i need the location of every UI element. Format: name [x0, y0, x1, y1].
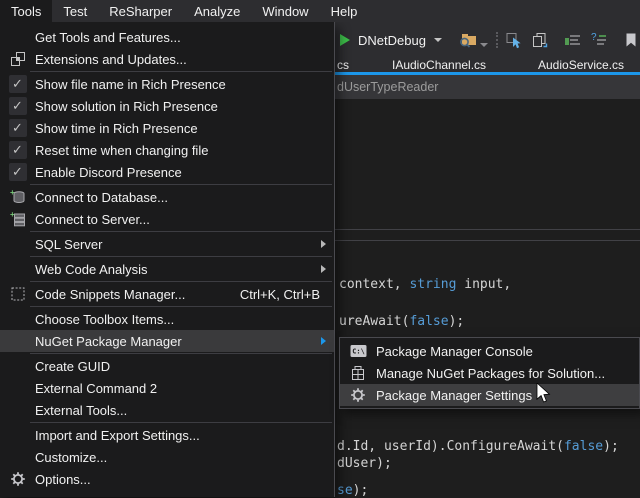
menubar-label: Analyze [194, 4, 240, 19]
menu-item-external-tools[interactable]: External Tools... [0, 399, 334, 421]
menubar-label: Help [331, 4, 358, 19]
bookmark-icon[interactable] [624, 32, 638, 48]
code-line: dUser); [337, 456, 392, 471]
run-icon[interactable] [340, 34, 350, 46]
submenu-item-package-manager-settings[interactable]: Package Manager Settings [340, 384, 639, 406]
checkmark-icon: ✓ [9, 97, 27, 115]
menubar-item-resharper[interactable]: ReSharper [98, 0, 183, 22]
tab-iaudiochannel[interactable]: IAudioChannel.cs [392, 58, 486, 72]
menu-item-show-time-in-rich-presence[interactable]: ✓ Show time in Rich Presence [0, 117, 334, 139]
tab-label: AudioService.cs [538, 58, 624, 72]
editor-divider-line [335, 229, 640, 230]
gear-icon [0, 471, 35, 487]
submenu-arrow-icon [321, 265, 326, 273]
menu-item-enable-discord-presence[interactable]: ✓ Enable Discord Presence [0, 161, 334, 183]
database-icon: + [0, 189, 35, 205]
menu-item-external-command-2[interactable]: External Command 2 [0, 377, 334, 399]
menubar-item-window[interactable]: Window [251, 0, 319, 22]
menu-item-customize[interactable]: Customize... [0, 446, 334, 468]
svg-text:?: ? [591, 32, 597, 43]
submenu-arrow-icon [321, 240, 326, 248]
menu-item-import-and-export-settings[interactable]: Import and Export Settings... [0, 424, 334, 446]
shortcut-text: Ctrl+K, Ctrl+B [240, 287, 320, 302]
gear-icon [340, 387, 376, 403]
tab-clipped[interactable]: cs [337, 58, 349, 72]
server-icon: + [0, 211, 35, 227]
svg-text:C:\: C:\ [352, 348, 365, 356]
menu-item-extensions-and-updates[interactable]: Extensions and Updates... [0, 48, 334, 70]
menu-item-nuget-package-manager[interactable]: NuGet Package Manager [0, 330, 334, 352]
menu-item-sql-server[interactable]: SQL Server [0, 233, 334, 255]
tools-menu: Get Tools and Features... Extensions and… [0, 22, 335, 497]
run-config-label[interactable]: DNetDebug [358, 33, 426, 48]
snippets-icon [0, 286, 35, 302]
menu-item-connect-to-database[interactable]: + Connect to Database... [0, 186, 334, 208]
menubar-item-test[interactable]: Test [52, 0, 98, 22]
submenu-item-manage-nuget-packages-for-solution[interactable]: Manage NuGet Packages for Solution... [340, 362, 639, 384]
svg-text:+: + [10, 211, 15, 219]
menu-item-create-guid[interactable]: Create GUID [0, 355, 334, 377]
menubar-label: Window [262, 4, 308, 19]
folder-search-dropdown-icon[interactable] [480, 43, 488, 47]
editor-divider-line [335, 240, 640, 241]
tab-label: IAudioChannel.cs [392, 58, 486, 72]
menubar-label: Test [63, 4, 87, 19]
pointer-select-icon[interactable] [506, 32, 523, 49]
checkmark-icon: ✓ [9, 119, 27, 137]
comment-lines-icon[interactable] [564, 32, 582, 48]
uncomment-lines-icon[interactable]: ? [590, 32, 608, 48]
menu-item-choose-toolbox-items[interactable]: Choose Toolbox Items... [0, 308, 334, 330]
tab-label: cs [337, 58, 349, 72]
menubar-label: Tools [11, 4, 41, 19]
svg-text:+: + [10, 189, 15, 197]
navigation-bar[interactable]: dUserTypeReader [335, 75, 640, 99]
submenu-item-package-manager-console[interactable]: C:\ Package Manager Console [340, 340, 639, 362]
checkmark-icon: ✓ [9, 163, 27, 181]
menu-item-show-solution-in-rich-presence[interactable]: ✓ Show solution in Rich Presence [0, 95, 334, 117]
menu-item-show-file-name-in-rich-presence[interactable]: ✓ Show file name in Rich Presence [0, 73, 334, 95]
code-line: d.Id, userId).ConfigureAwait(false); [337, 439, 619, 454]
tab-audioservice[interactable]: AudioService.cs [538, 58, 624, 72]
menubar-item-tools[interactable]: Tools [0, 0, 52, 22]
copy-document-icon[interactable] [531, 32, 548, 49]
code-line: se); [337, 483, 368, 498]
folder-search-icon[interactable] [458, 30, 478, 50]
code-editor[interactable]: context, string input, ureAwait(false); … [335, 99, 640, 497]
menu-item-options[interactable]: Options... [0, 468, 334, 490]
document-tab-strip: cs IAudioChannel.cs AudioService.cs [335, 58, 640, 72]
checkmark-icon: ✓ [9, 75, 27, 93]
toolbar-grip[interactable] [496, 32, 498, 48]
breadcrumb-text: dUserTypeReader [337, 80, 438, 94]
checkmark-icon: ✓ [9, 141, 27, 159]
menu-item-connect-to-server[interactable]: + Connect to Server... [0, 208, 334, 230]
menu-item-get-tools-and-features[interactable]: Get Tools and Features... [0, 26, 334, 48]
code-line: context, string input, [339, 277, 511, 292]
menu-bar: Tools Test ReSharper Analyze Window Help [0, 0, 640, 22]
menu-item-web-code-analysis[interactable]: Web Code Analysis [0, 258, 334, 280]
code-line: ureAwait(false); [339, 314, 464, 329]
menubar-label: ReSharper [109, 4, 172, 19]
nuget-package-icon [340, 365, 376, 381]
menu-item-code-snippets-manager[interactable]: Code Snippets Manager... Ctrl+K, Ctrl+B [0, 283, 334, 305]
menu-item-reset-time-when-changing-file[interactable]: ✓ Reset time when changing file [0, 139, 334, 161]
submenu-arrow-icon [321, 337, 326, 345]
standard-toolbar: DNetDebug [335, 22, 640, 58]
menubar-item-help[interactable]: Help [320, 0, 369, 22]
extensions-icon [0, 51, 35, 67]
menubar-item-analyze[interactable]: Analyze [183, 0, 251, 22]
console-icon: C:\ [340, 344, 376, 358]
run-dropdown-chevron-icon[interactable] [434, 38, 442, 42]
nuget-package-manager-submenu: C:\ Package Manager Console Manage NuGet… [339, 337, 640, 409]
